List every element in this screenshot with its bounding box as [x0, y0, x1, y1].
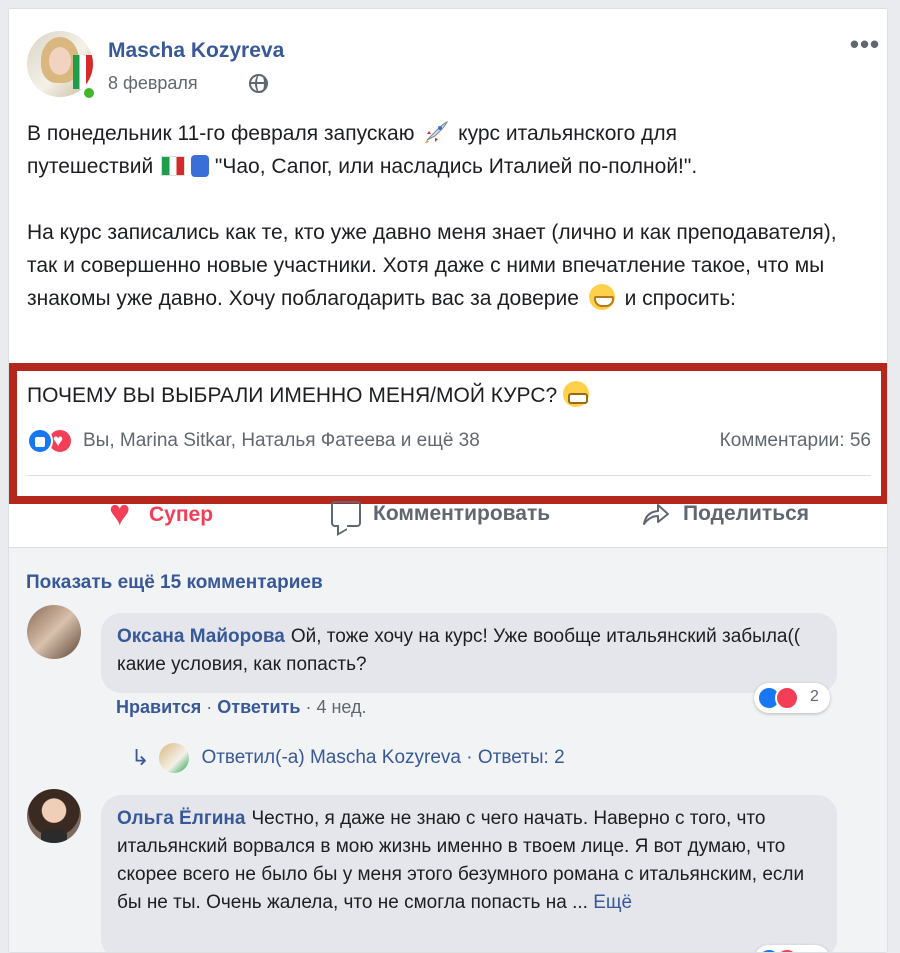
post-text-line2a: путешествий — [27, 155, 154, 178]
rocket-icon — [425, 120, 449, 143]
comment-author[interactable]: Оксана Майорова — [117, 626, 285, 647]
heart-icon — [109, 495, 139, 531]
globe-icon — [249, 74, 268, 93]
comment-icon — [331, 501, 361, 527]
comment-meta: Нравится · Ответить · 4 нед. — [116, 697, 367, 717]
comment-bubble: Оксана Майорова Ой, тоже хочу на курс! Уж… — [101, 613, 837, 693]
suitcase-icon — [191, 155, 210, 177]
divider — [27, 475, 871, 476]
like-icon — [757, 948, 781, 952]
comment-reactions-count: 2 — [810, 688, 819, 705]
post-body: В понедельник 11-го февраля запускаю кур… — [27, 117, 867, 315]
post-question: ПОЧЕМУ ВЫ ВЫБРАЛИ ИМЕННО МЕНЯ/МОЙ КУРС? — [27, 381, 590, 408]
grimace-emoji-icon — [563, 381, 590, 407]
question-text: ПОЧЕМУ ВЫ ВЫБРАЛИ ИМЕННО МЕНЯ/МОЙ КУРС? — [27, 384, 558, 407]
reply-comment-link[interactable]: Ответить — [217, 697, 300, 717]
show-more-comments-link[interactable]: Показать ещё 15 комментариев — [26, 572, 323, 594]
more-options-icon[interactable]: ••• — [845, 31, 885, 61]
italy-flag-icon — [161, 156, 186, 176]
share-label: Поделиться — [683, 502, 810, 525]
reply-summary: Ответил(-а) Mascha Kozyreva · Ответы: 2 — [201, 747, 565, 768]
comment-reactions[interactable]: 3 — [754, 945, 830, 952]
post-text-line2b: "Чао, Сапог, или насладись Италией по-по… — [214, 155, 698, 178]
comment-time[interactable]: 4 нед. — [316, 697, 366, 717]
post-text-line1a: В понедельник 11-го февраля запускаю — [27, 122, 415, 145]
post-date[interactable]: 8 февраля — [108, 73, 198, 94]
like-icon[interactable] — [27, 428, 53, 454]
comment-author[interactable]: Ольга Ёлгина — [117, 808, 245, 829]
post-text-line1b: курс итальянского для — [458, 122, 677, 145]
comment-button[interactable]: Комментировать — [331, 501, 550, 527]
super-label: Супер — [149, 503, 214, 526]
comments-count[interactable]: Комментарии: 56 — [720, 430, 871, 452]
action-bar: Супер Комментировать Поделиться — [9, 495, 887, 535]
see-more-link[interactable]: Ещё — [593, 892, 632, 913]
online-status-icon — [81, 85, 97, 101]
author-name[interactable]: Mascha Kozyreva — [108, 39, 284, 63]
reactions-summary: Вы, Marina Sitkar, Наталья Фатеева и ещё… — [27, 427, 871, 457]
love-icon — [775, 948, 799, 952]
post-paragraph2-end: и спросить: — [624, 287, 736, 310]
love-icon — [775, 686, 799, 710]
commenter-avatar[interactable] — [27, 789, 81, 843]
share-icon — [641, 501, 671, 527]
commenter-avatar[interactable] — [27, 605, 81, 659]
share-button[interactable]: Поделиться — [641, 501, 809, 527]
super-reaction-button[interactable]: Супер — [109, 495, 214, 531]
post-header: Mascha Kozyreva 8 февраля ••• — [27, 31, 879, 111]
post-card: Mascha Kozyreva 8 февраля ••• В понедель… — [8, 8, 888, 953]
replies-link[interactable]: ↳ Ответил(-а) Mascha Kozyreva · Ответы: … — [131, 743, 565, 773]
like-comment-link[interactable]: Нравится — [116, 697, 201, 717]
reply-arrow-icon: ↳ — [131, 745, 150, 770]
reply-author-avatar — [159, 743, 190, 773]
grinning-emoji-icon — [588, 284, 615, 310]
comment-bubble: Ольга Ёлгина Честно, я даже не знаю с чег… — [101, 795, 837, 952]
comment-label: Комментировать — [373, 502, 551, 525]
reactors-list[interactable]: Вы, Marina Sitkar, Наталья Фатеева и ещё… — [83, 430, 480, 452]
comment-reactions[interactable]: 2 — [754, 683, 830, 713]
